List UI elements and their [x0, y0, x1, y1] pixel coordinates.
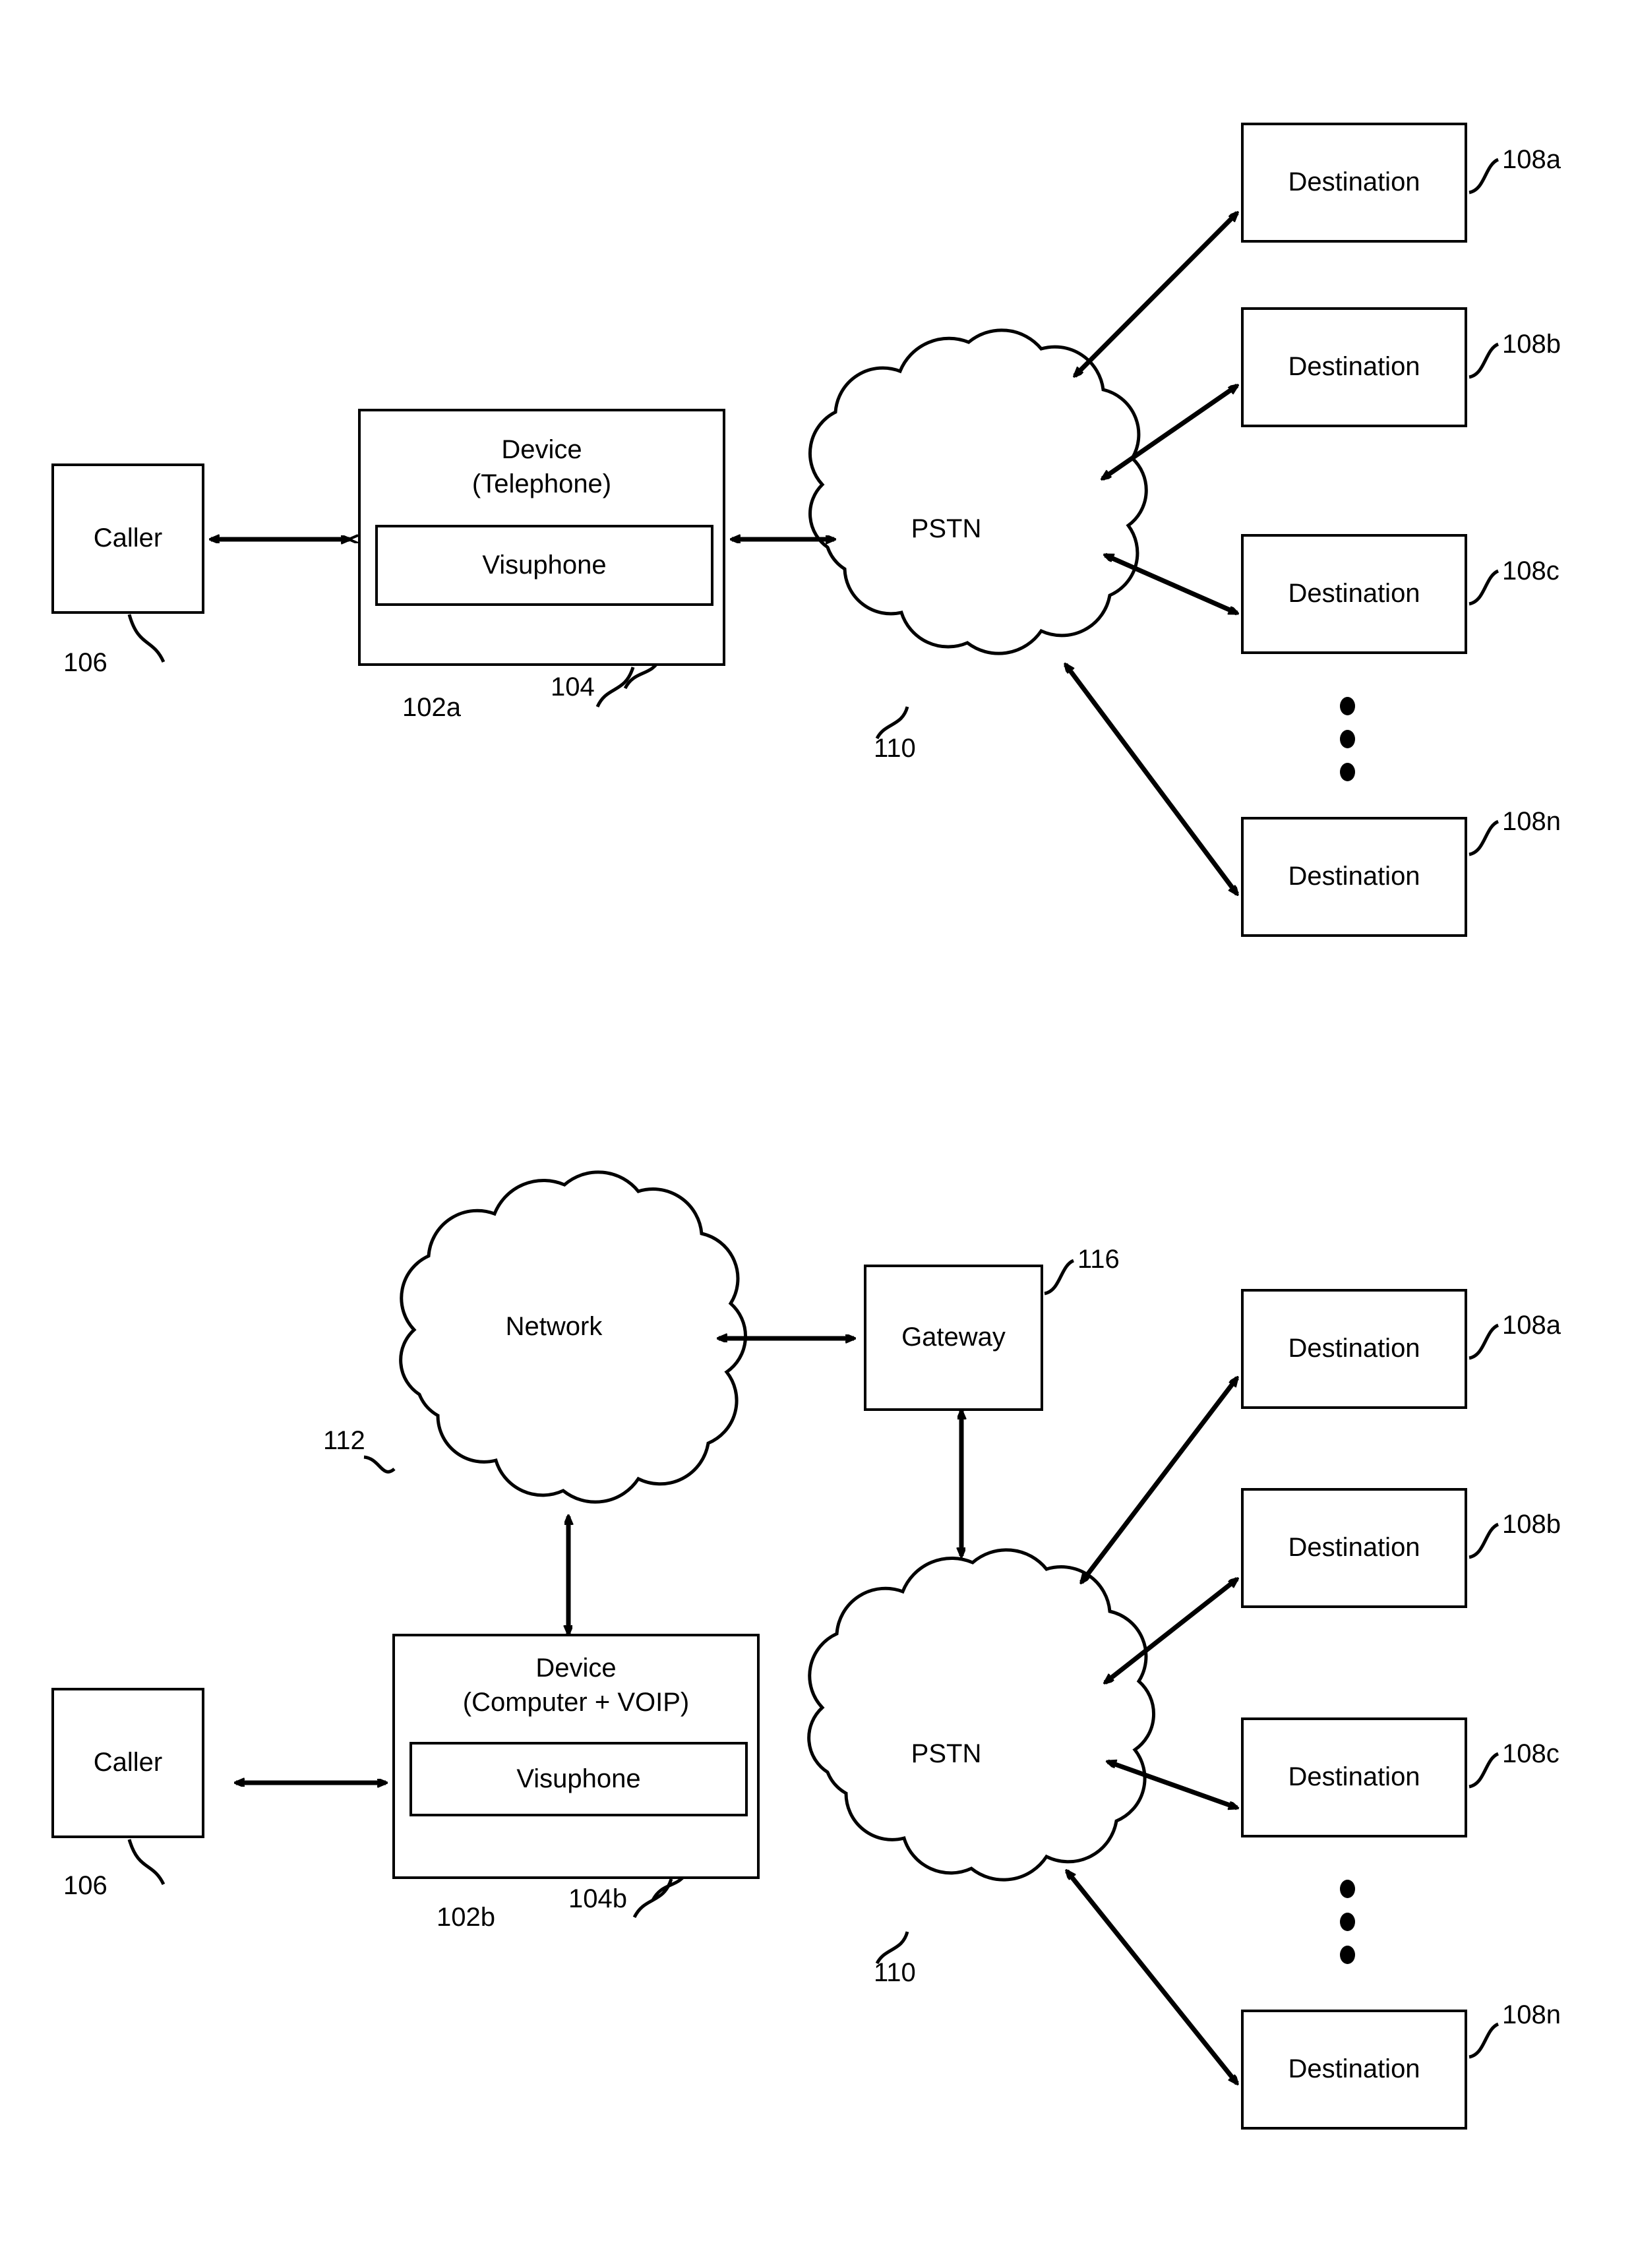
destination-label: Destination: [1288, 862, 1420, 891]
ref-108c-top: 108c: [1502, 556, 1560, 585]
ellipsis-dot: [1340, 763, 1355, 781]
ref-108a-top: 108a: [1502, 145, 1561, 174]
leader-116: [1044, 1259, 1075, 1296]
destination-label: Destination: [1288, 352, 1420, 382]
ref-102a: 102a: [402, 693, 461, 722]
ref-108b-bottom: 108b: [1502, 1510, 1561, 1539]
ref-108n-bottom: 108n: [1502, 2000, 1561, 2029]
ref-110-bottom: 110: [874, 1958, 916, 1987]
caller-label-bottom: Caller: [93, 1748, 163, 1777]
destination-box-108n-top[interactable]: Destination: [1241, 817, 1467, 937]
leader-108b-bottom: [1469, 1522, 1500, 1559]
gateway-box[interactable]: Gateway: [864, 1265, 1043, 1411]
ref-106-bottom: 106: [63, 1871, 107, 1900]
destination-label: Destination: [1288, 579, 1420, 609]
vertical-ellipsis-bottom: [1340, 1872, 1355, 1971]
leader-112: [363, 1455, 396, 1474]
destination-box-108b-bottom[interactable]: Destination: [1241, 1488, 1467, 1608]
pstn-cloud-bottom: [807, 1548, 1155, 1882]
destination-box-108c-top[interactable]: Destination: [1241, 534, 1467, 654]
leader-106-bottom: [127, 1839, 166, 1886]
leader-108a-bottom: [1469, 1323, 1500, 1360]
visuphone-module-top[interactable]: Visuphone: [375, 525, 713, 606]
leader-108n-bottom: [1469, 2022, 1500, 2059]
ref-102b: 102b: [437, 1903, 495, 1932]
destination-label: Destination: [1288, 1762, 1420, 1792]
ref-108c-bottom: 108c: [1502, 1739, 1560, 1768]
ref-110-top: 110: [874, 734, 916, 763]
leader-108c-top: [1469, 569, 1500, 606]
leader-108a-top: [1469, 158, 1500, 194]
visuphone-label-bottom: Visuphone: [516, 1764, 641, 1793]
pstn-cloud-top: [808, 328, 1148, 655]
ref-106-top: 106: [63, 648, 107, 677]
device-box-telephone[interactable]: Device (Telephone) Visuphone: [358, 409, 725, 666]
destination-box-108a-bottom[interactable]: Destination: [1241, 1289, 1467, 1409]
destination-box-108c-bottom[interactable]: Destination: [1241, 1717, 1467, 1837]
ref-108n-top: 108n: [1502, 807, 1561, 836]
ref-108a-bottom: 108a: [1502, 1311, 1561, 1340]
destination-box-108b-top[interactable]: Destination: [1241, 307, 1467, 427]
visuphone-module-bottom[interactable]: Visuphone: [409, 1742, 748, 1816]
ellipsis-dot: [1340, 1913, 1355, 1931]
arrow-dest-a-pstn-top: [1073, 213, 1237, 378]
patent-figure-page: Caller 106 Device (Telephone) Visuphone …: [0, 0, 1636, 2268]
device-title-telephone: Device (Telephone): [471, 435, 612, 498]
ellipsis-dot: [1340, 697, 1355, 715]
leader-108n-top: [1469, 820, 1500, 856]
device-title-computer-voip: Device (Computer + VOIP): [462, 1654, 690, 1717]
ellipsis-dot: [1340, 730, 1355, 748]
network-label: Network: [505, 1312, 603, 1341]
destination-box-108a-top[interactable]: Destination: [1241, 123, 1467, 243]
arrow-dest-n-pstn-bottom: [1065, 1869, 1237, 2083]
gateway-label: Gateway: [901, 1323, 1006, 1352]
ref-104b: 104b: [568, 1884, 627, 1913]
device-box-computer-voip[interactable]: Device (Computer + VOIP) Visuphone: [392, 1634, 760, 1879]
arrow-dest-n-pstn-top: [1064, 663, 1237, 894]
ref-116: 116: [1077, 1245, 1120, 1274]
caller-box-top[interactable]: Caller: [51, 463, 204, 614]
pstn-label-top: PSTN: [911, 514, 982, 543]
vertical-ellipsis-top: [1340, 690, 1355, 789]
leader-106-top: [127, 614, 166, 663]
leader-108c-bottom: [1469, 1752, 1500, 1789]
caller-label-top: Caller: [93, 523, 163, 553]
destination-label: Destination: [1288, 2054, 1420, 2084]
visuphone-label-top: Visuphone: [482, 550, 607, 580]
ellipsis-dot: [1340, 1946, 1355, 1964]
caller-box-bottom[interactable]: Caller: [51, 1688, 204, 1838]
ref-104: 104: [551, 672, 595, 701]
destination-box-108n-bottom[interactable]: Destination: [1241, 2010, 1467, 2130]
leader-108b-top: [1469, 342, 1500, 379]
destination-label: Destination: [1288, 167, 1420, 197]
arrow-dest-a-pstn-bottom: [1079, 1378, 1237, 1584]
ellipsis-dot: [1340, 1880, 1355, 1898]
destination-label: Destination: [1288, 1533, 1420, 1563]
destination-label: Destination: [1288, 1334, 1420, 1363]
ref-108b-top: 108b: [1502, 330, 1561, 359]
pstn-label-bottom: PSTN: [911, 1739, 982, 1768]
ref-112: 112: [323, 1426, 365, 1455]
